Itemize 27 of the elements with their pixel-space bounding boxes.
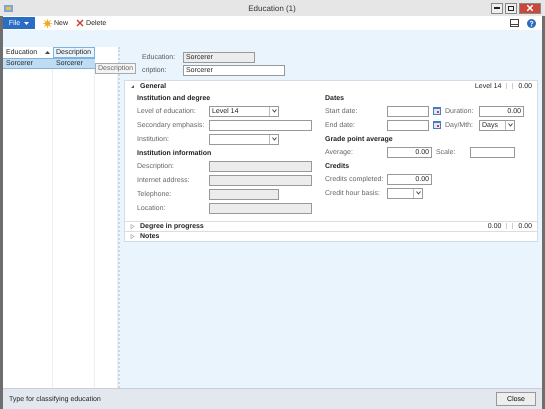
window-title: Education (1) bbox=[247, 4, 296, 12]
close-button[interactable] bbox=[519, 2, 541, 14]
collapse-icon[interactable] bbox=[130, 84, 135, 88]
number-field[interactable] bbox=[470, 146, 515, 158]
calendar-icon[interactable] bbox=[433, 107, 441, 115]
calendar-icon[interactable] bbox=[433, 121, 441, 129]
minimize-icon bbox=[494, 7, 500, 9]
restore-icon bbox=[508, 6, 514, 10]
input-field[interactable] bbox=[209, 120, 312, 130]
minimize-button[interactable] bbox=[491, 2, 503, 14]
dropdown-field[interactable] bbox=[209, 134, 279, 144]
caret-icon bbox=[272, 109, 276, 113]
panel-icon[interactable] bbox=[510, 19, 519, 27]
app-icon bbox=[4, 4, 13, 12]
caret-icon bbox=[24, 22, 30, 24]
sort-icon bbox=[45, 51, 50, 54]
caret-icon bbox=[508, 123, 512, 127]
dropdown-field[interactable] bbox=[387, 188, 423, 198]
restore-button[interactable] bbox=[505, 2, 517, 14]
sun-icon bbox=[43, 18, 52, 28]
caret-icon bbox=[272, 137, 276, 141]
caret-icon bbox=[416, 191, 420, 195]
close-icon bbox=[527, 5, 533, 11]
date-field[interactable] bbox=[387, 106, 429, 116]
help-icon[interactable] bbox=[527, 18, 536, 28]
delete-icon bbox=[76, 19, 84, 27]
date-field[interactable] bbox=[387, 120, 429, 130]
